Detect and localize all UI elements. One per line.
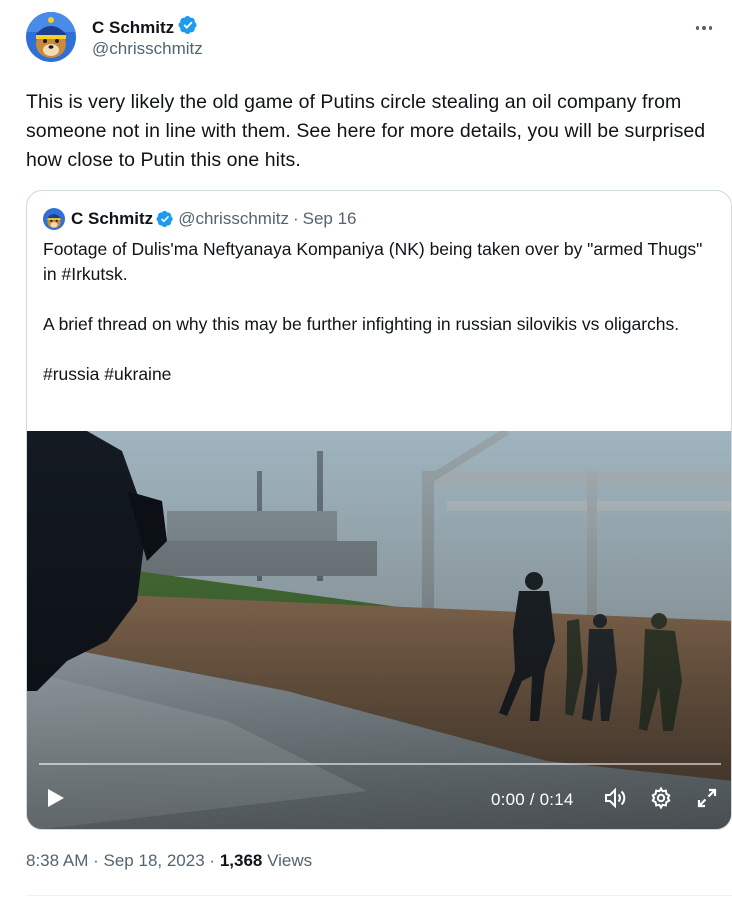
video-player[interactable]: 0:00 / 0:14 xyxy=(27,431,731,829)
tweet-date[interactable]: Sep 18, 2023 xyxy=(104,851,205,870)
quoted-tweet-header: C Schmitz @chrisschmitz · Sep 16 xyxy=(43,207,357,231)
video-time: 0:00 / 0:14 xyxy=(491,790,574,809)
quoted-tweet-date[interactable]: Sep 16 xyxy=(303,209,357,229)
gear-icon[interactable] xyxy=(649,786,673,810)
volume-icon[interactable] xyxy=(603,786,627,810)
verified-badge-icon xyxy=(156,210,174,228)
separator-dot: · xyxy=(209,851,216,870)
quoted-author-avatar xyxy=(43,208,65,230)
separator-dot: · xyxy=(93,851,99,870)
quoted-tweet[interactable]: C Schmitz @chrisschmitz · Sep 16 Footage… xyxy=(26,190,732,830)
tweet-time[interactable]: 8:38 AM xyxy=(26,851,88,870)
fullscreen-icon[interactable] xyxy=(695,786,719,810)
video-frame xyxy=(27,431,731,829)
views-label: Views xyxy=(267,851,313,870)
video-progress-bar[interactable] xyxy=(39,763,721,765)
quoted-tweet-text: Footage of Dulis'ma Neftyanaya Kompaniya… xyxy=(43,237,715,387)
quoted-author-handle: @chrisschmitz xyxy=(178,209,289,228)
separator-dot: · xyxy=(292,209,299,228)
divider xyxy=(26,895,732,896)
quoted-author-name: C Schmitz xyxy=(71,209,154,228)
author-handle[interactable]: @chrisschmitz xyxy=(92,39,203,59)
play-icon[interactable] xyxy=(43,786,67,810)
quoted-hashtags[interactable]: #russia #ukraine xyxy=(43,362,715,387)
video-controls: 0:00 / 0:14 xyxy=(27,776,731,820)
more-dots-icon[interactable] xyxy=(692,16,716,40)
tweet-meta: 8:38 AM · Sep 18, 2023 · 1,368 Views xyxy=(26,851,312,871)
author-name[interactable]: C Schmitz xyxy=(92,18,174,38)
verified-badge-icon xyxy=(178,15,198,40)
tweet-header: C Schmitz @chrisschmitz xyxy=(26,12,716,64)
views-count: 1,368 xyxy=(219,851,263,870)
quoted-paragraph: Footage of Dulis'ma Neftyanaya Kompaniya… xyxy=(43,239,703,284)
quoted-paragraph: A brief thread on why this may be furthe… xyxy=(43,314,680,334)
tweet-text: This is very likely the old game of Puti… xyxy=(26,91,706,171)
author-name-row: C Schmitz xyxy=(92,15,198,40)
author-avatar[interactable] xyxy=(26,12,76,62)
